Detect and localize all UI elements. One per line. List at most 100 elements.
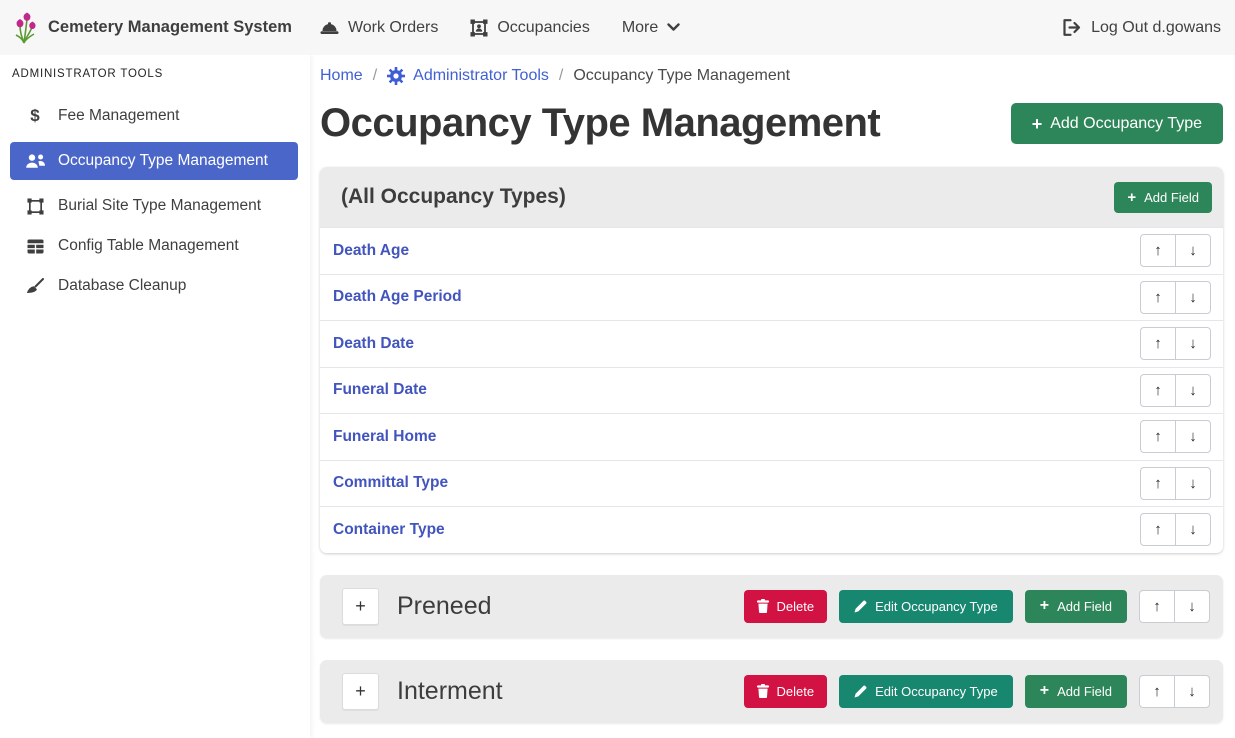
section-name: Interment (397, 677, 744, 706)
plus-icon: + (1127, 190, 1136, 205)
main-content: Home / (310, 55, 1235, 738)
nav-links: Work Orders Occupancies More (320, 19, 712, 37)
edit-occupancy-type-button[interactable]: Edit Occupancy Type (839, 675, 1013, 708)
card-header: (All Occupancy Types) + Add Field (320, 167, 1223, 227)
nav-work-orders[interactable]: Work Orders (320, 19, 438, 37)
sidebar-item-config-table-management[interactable]: Config Table Management (0, 226, 310, 266)
add-occupancy-type-button[interactable]: + Add Occupancy Type (1011, 103, 1223, 144)
breadcrumb-admin-tools-label: Administrator Tools (413, 67, 549, 85)
move-down-button[interactable]: ↓ (1175, 513, 1211, 546)
nav-occupancies[interactable]: Occupancies (470, 19, 590, 37)
sidebar-item-database-cleanup[interactable]: Database Cleanup (0, 266, 310, 306)
edit-occupancy-type-label: Edit Occupancy Type (875, 599, 998, 614)
field-row: Container Type ↑ ↓ (320, 506, 1223, 553)
app-brand[interactable]: Cemetery Management System (12, 11, 292, 45)
field-row: Death Age ↑ ↓ (320, 227, 1223, 274)
card-title: (All Occupancy Types) (341, 185, 1114, 209)
breadcrumb: Home / (320, 67, 1223, 85)
move-up-button[interactable]: ↑ (1140, 513, 1176, 546)
move-up-button[interactable]: ↑ (1140, 327, 1176, 360)
expand-button[interactable]: + (342, 673, 379, 710)
page-title: Occupancy Type Management (320, 101, 880, 146)
dollar-icon: $ (24, 106, 46, 126)
delete-button[interactable]: Delete (744, 675, 828, 708)
section-interment: + Interment Delete (320, 660, 1223, 723)
frame-icon (24, 198, 46, 215)
delete-label: Delete (777, 599, 815, 614)
edit-occupancy-type-label: Edit Occupancy Type (875, 684, 998, 699)
field-link-committal-type[interactable]: Committal Type (333, 474, 1140, 492)
move-down-button[interactable]: ↓ (1175, 374, 1211, 407)
field-row: Death Date ↑ ↓ (320, 320, 1223, 367)
sidebar: ADMINISTRATOR TOOLS $ Fee Management Occ… (0, 55, 310, 738)
sidebar-item-burial-site-type-management[interactable]: Burial Site Type Management (0, 186, 310, 226)
nav-label: Work Orders (348, 19, 438, 37)
reorder-buttons: ↑ ↓ (1140, 234, 1211, 267)
edit-occupancy-type-button[interactable]: Edit Occupancy Type (839, 590, 1013, 623)
add-field-button[interactable]: + Add Field (1025, 590, 1127, 623)
sidebar-item-label: Burial Site Type Management (58, 197, 261, 215)
move-down-button[interactable]: ↓ (1174, 590, 1210, 623)
occupancy-frame-icon (470, 19, 488, 37)
breadcrumb-admin-tools[interactable]: Administrator Tools (387, 67, 549, 85)
title-row: Occupancy Type Management + Add Occupanc… (320, 101, 1223, 146)
reorder-buttons: ↑ ↓ (1140, 513, 1211, 546)
move-up-button[interactable]: ↑ (1139, 590, 1175, 623)
add-field-label: Add Field (1057, 599, 1112, 614)
move-up-button[interactable]: ↑ (1140, 420, 1176, 453)
move-down-button[interactable]: ↓ (1175, 327, 1211, 360)
add-field-label: Add Field (1057, 684, 1112, 699)
move-down-button[interactable]: ↓ (1174, 675, 1210, 708)
logout-label: Log Out d.gowans (1091, 19, 1221, 37)
trash-icon (757, 599, 769, 613)
hard-hat-icon (320, 20, 339, 36)
move-up-button[interactable]: ↑ (1139, 675, 1175, 708)
breadcrumb-home[interactable]: Home (320, 67, 363, 85)
plus-icon: + (1040, 683, 1049, 699)
move-up-button[interactable]: ↑ (1140, 467, 1176, 500)
sidebar-heading: ADMINISTRATOR TOOLS (0, 64, 310, 80)
add-field-button[interactable]: + Add Field (1114, 182, 1212, 213)
gear-icon (387, 67, 405, 85)
reorder-buttons: ↑ ↓ (1140, 327, 1211, 360)
chevron-down-icon (667, 23, 680, 32)
all-occupancy-types-card: (All Occupancy Types) + Add Field Death … (320, 167, 1223, 553)
move-down-button[interactable]: ↓ (1175, 420, 1211, 453)
delete-button[interactable]: Delete (744, 590, 828, 623)
reorder-buttons: ↑ ↓ (1140, 374, 1211, 407)
field-link-death-age-period[interactable]: Death Age Period (333, 288, 1140, 306)
field-link-death-age[interactable]: Death Age (333, 242, 1140, 260)
reorder-buttons: ↑ ↓ (1140, 420, 1211, 453)
field-link-funeral-date[interactable]: Funeral Date (333, 381, 1140, 399)
pencil-icon (854, 685, 867, 698)
breadcrumb-separator: / (559, 67, 563, 85)
sidebar-item-fee-management[interactable]: $ Fee Management (0, 96, 310, 136)
add-occupancy-type-label: Add Occupancy Type (1050, 115, 1202, 133)
field-row: Committal Type ↑ ↓ (320, 460, 1223, 507)
nav-more[interactable]: More (622, 19, 680, 37)
tulip-logo-icon (12, 11, 38, 45)
add-field-label: Add Field (1144, 190, 1199, 205)
move-down-button[interactable]: ↓ (1175, 281, 1211, 314)
move-up-button[interactable]: ↑ (1140, 281, 1176, 314)
field-link-funeral-home[interactable]: Funeral Home (333, 428, 1140, 446)
move-down-button[interactable]: ↓ (1175, 234, 1211, 267)
users-icon (24, 154, 46, 169)
reorder-buttons: ↑ ↓ (1140, 467, 1211, 500)
broom-icon (24, 278, 46, 294)
add-field-button[interactable]: + Add Field (1025, 675, 1127, 708)
breadcrumb-current: Occupancy Type Management (573, 67, 790, 85)
field-link-death-date[interactable]: Death Date (333, 335, 1140, 353)
move-down-button[interactable]: ↓ (1175, 467, 1211, 500)
logout-button[interactable]: Log Out d.gowans (1063, 19, 1221, 37)
move-up-button[interactable]: ↑ (1140, 374, 1176, 407)
sidebar-item-occupancy-type-management[interactable]: Occupancy Type Management (10, 142, 298, 180)
field-row: Funeral Date ↑ ↓ (320, 367, 1223, 414)
reorder-buttons: ↑ ↓ (1139, 590, 1210, 623)
move-up-button[interactable]: ↑ (1140, 234, 1176, 267)
section-actions: Delete Edit Occupancy Type + Add Field ↑ (744, 675, 1210, 708)
field-link-container-type[interactable]: Container Type (333, 521, 1140, 539)
table-icon (24, 239, 46, 254)
expand-button[interactable]: + (342, 588, 379, 625)
nav-label: More (622, 19, 658, 37)
